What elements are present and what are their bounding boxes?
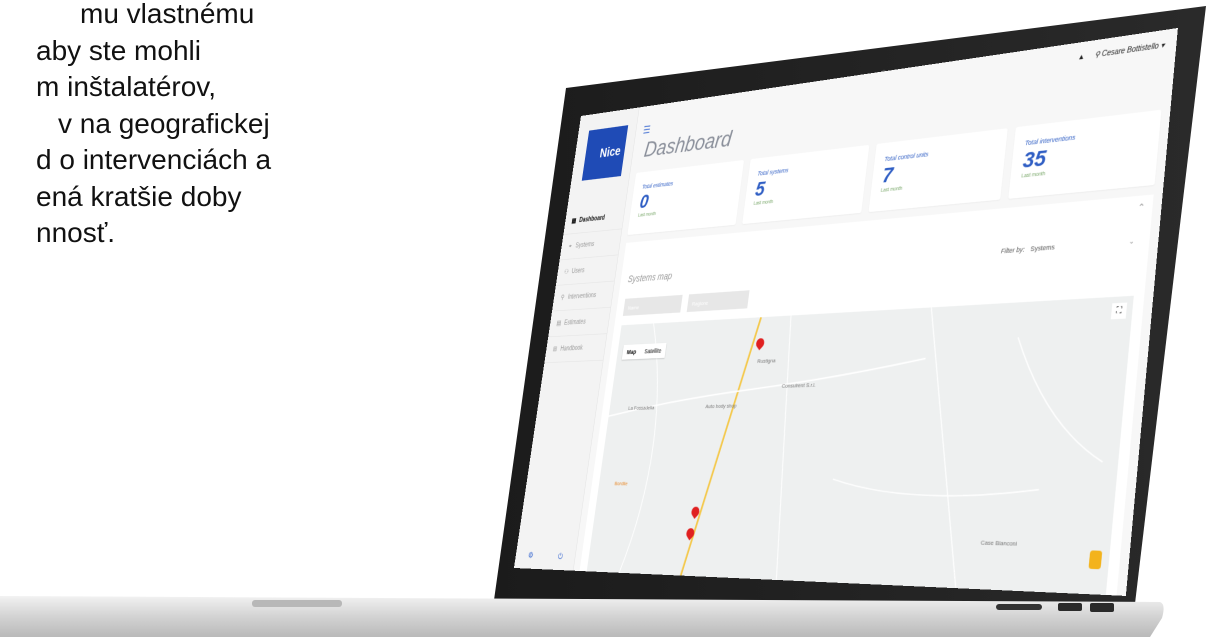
filter-select[interactable]: Filter by: Systems ⌄ xyxy=(1000,236,1135,256)
filter-value: Systems xyxy=(1030,243,1056,253)
laptop-base xyxy=(0,596,1164,637)
filter-label: Filter by: xyxy=(1000,245,1025,255)
app-screen: Nice ▦ Dashboard ⌖ Systems ⚇ Users ⚲ Interve… xyxy=(513,27,1178,596)
bell-icon[interactable]: ▲ xyxy=(1077,52,1085,61)
page-title: Dashboard xyxy=(642,125,734,163)
sidebar-item-handbook[interactable]: ⊞ Handbook xyxy=(544,333,608,364)
sidebar-item-label: Dashboard xyxy=(578,214,606,225)
sidebar-footer: ⚙ ⏻ xyxy=(514,541,577,571)
map-place: Rustigna xyxy=(756,357,776,365)
stat-card: Total estimates 0 Last month xyxy=(627,159,745,236)
map-place: Auto body shop xyxy=(705,402,738,410)
user-name: Cesare Bottistello xyxy=(1101,41,1160,59)
users-icon: ⚇ xyxy=(563,268,570,276)
map-place: Case Bianconi xyxy=(980,539,1018,548)
sidebar-item-label: Users xyxy=(571,266,585,276)
main-area: ▲ ⚲ Cesare Bottistello ▾ ☰ Dashboard Tot… xyxy=(573,27,1178,596)
pin-icon: ⌖ xyxy=(568,242,573,251)
user-menu[interactable]: ⚲ Cesare Bottistello ▾ xyxy=(1094,41,1165,59)
sidebar-item-estimates[interactable]: ▤ Estimates xyxy=(548,307,611,338)
map-place: La Fossadella xyxy=(627,404,655,412)
stat-card: Total systems 5 Last month xyxy=(742,144,870,225)
nice-logo[interactable]: Nice xyxy=(581,125,629,181)
ragione-input[interactable]: Ragione xyxy=(686,290,750,313)
settings-icon[interactable]: ⚙ xyxy=(527,550,534,560)
fullscreen-icon[interactable]: ⛶ xyxy=(1110,302,1128,320)
map-place: Consulrent S.r.l. xyxy=(781,381,817,390)
map-type-toggle[interactable]: Map Satellite xyxy=(621,342,667,360)
wrench-icon: ⚲ xyxy=(560,294,565,302)
street-view-icon[interactable] xyxy=(1088,550,1103,570)
sidebar-item-label: Estimates xyxy=(563,318,587,327)
doc-icon: ▤ xyxy=(556,319,562,328)
tab-satellite[interactable]: Satellite xyxy=(639,343,666,359)
book-icon: ⊞ xyxy=(552,345,558,354)
name-input[interactable]: Name xyxy=(622,294,683,316)
map-roads xyxy=(587,296,1134,595)
panel-title: Systems map xyxy=(627,270,673,285)
sidebar-item-label: Handbook xyxy=(559,344,584,353)
stat-card: Total interventions 35 Last month xyxy=(1008,109,1162,199)
map-place: Bordile xyxy=(614,480,629,487)
grid-icon: ▦ xyxy=(571,217,577,225)
systems-map[interactable]: Map Satellite Rustigna La Fossadella Cas… xyxy=(586,295,1134,596)
power-icon[interactable]: ⏻ xyxy=(557,551,563,561)
sidebar-item-label: Systems xyxy=(574,240,595,250)
chevron-down-icon: ⌄ xyxy=(1128,236,1135,246)
chevron-up-icon[interactable]: ⌃ xyxy=(1137,201,1146,213)
systems-map-panel: ⌃ Systems map Filter by: Systems ⌄ Name … xyxy=(579,194,1154,596)
stat-card: Total control units 7 Last month xyxy=(868,128,1008,213)
sidebar-item-label: Interventions xyxy=(567,291,597,301)
menu-icon[interactable]: ☰ xyxy=(642,123,651,137)
